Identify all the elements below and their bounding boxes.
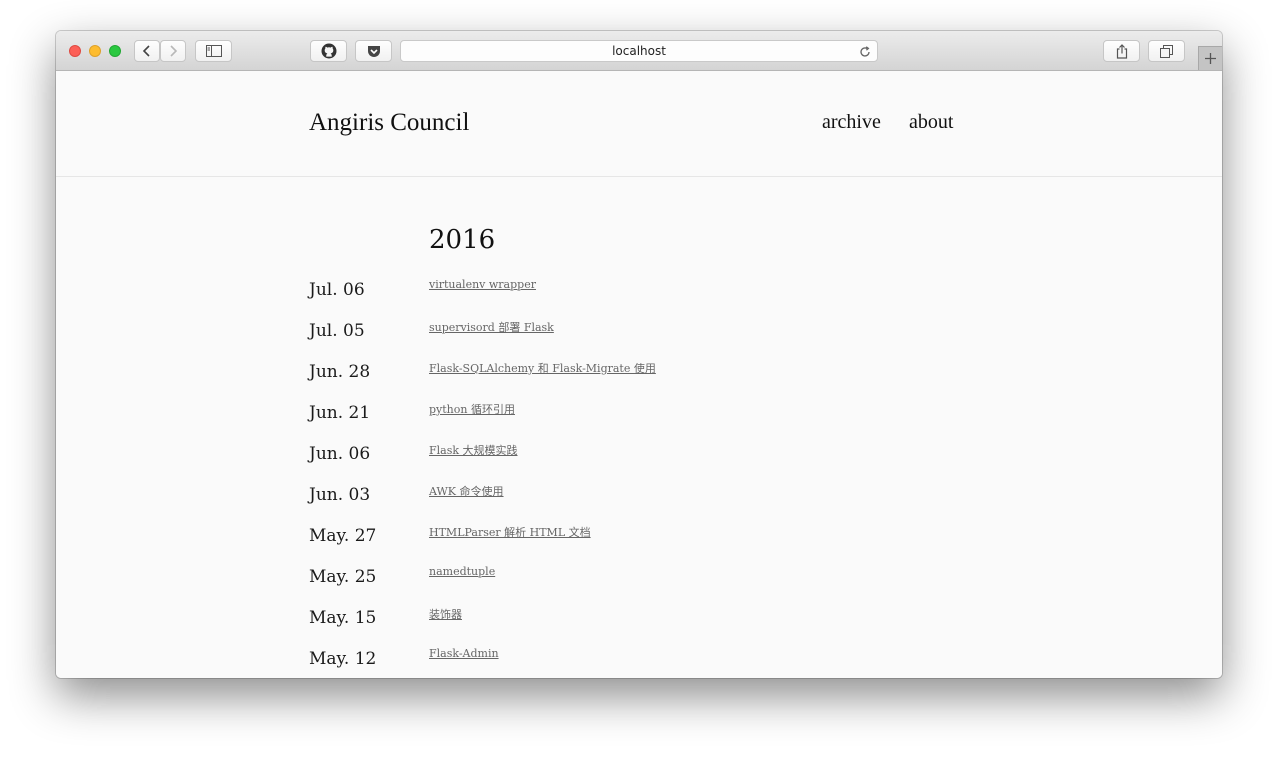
post-item: May. 25 namedtuple <box>309 565 1009 597</box>
post-date: Jul. 06 <box>309 280 365 300</box>
reload-icon[interactable] <box>859 45 871 63</box>
post-item: Jun. 28 Flask-SQLAlchemy 和 Flask-Migrate… <box>309 362 1009 392</box>
post-item: Jun. 21 python 循环引用 <box>309 403 1009 433</box>
post-date: Jun. 21 <box>309 403 371 423</box>
post-title-link[interactable]: AWK 命令使用 <box>429 483 504 499</box>
post-item: Jul. 06 virtualenv wrapper <box>309 278 1009 310</box>
post-item: May. 27 HTMLParser 解析 HTML 文档 <box>309 526 1009 556</box>
post-title-link[interactable]: Flask-SQLAlchemy 和 Flask-Migrate 使用 <box>429 360 656 376</box>
url-text: localhost <box>612 44 666 58</box>
github-extension-button[interactable] <box>310 40 347 62</box>
post-title-link[interactable]: supervisord 部署 Flask <box>429 319 554 335</box>
post-date: Jun. 03 <box>309 485 371 505</box>
forward-button[interactable] <box>160 40 186 62</box>
address-bar[interactable]: localhost <box>400 40 878 62</box>
post-item: Jul. 05 supervisord 部署 Flask <box>309 321 1009 351</box>
share-icon <box>1116 43 1127 59</box>
post-title-link[interactable]: virtualenv wrapper <box>429 278 536 291</box>
post-list: Jul. 06 virtualenv wrapper Jul. 05 super… <box>309 71 1009 678</box>
post-title-link[interactable]: Flask 大规模实践 <box>429 442 518 458</box>
chevron-left-icon <box>142 45 150 57</box>
close-window-button[interactable] <box>69 45 81 57</box>
pocket-extension-button[interactable] <box>355 40 392 62</box>
post-title-link[interactable]: python 循环引用 <box>429 401 515 417</box>
sidebar-button[interactable] <box>195 40 232 62</box>
post-item: Jun. 06 Flask 大规模实践 <box>309 444 1009 474</box>
post-item: Jun. 03 AWK 命令使用 <box>309 485 1009 515</box>
post-title-link[interactable]: HTMLParser 解析 HTML 文档 <box>429 524 591 540</box>
browser-toolbar: localhost <box>56 31 1222 71</box>
post-item: May. 15 装饰器 <box>309 608 1009 638</box>
minimize-window-button[interactable] <box>89 45 101 57</box>
post-date: May. 27 <box>309 526 377 546</box>
tabs-overview-icon <box>1160 44 1173 58</box>
post-title-link[interactable]: Flask-Admin <box>429 647 499 660</box>
browser-window: localhost Angiris Council archive about … <box>56 31 1222 678</box>
post-date: May. 25 <box>309 567 377 587</box>
pocket-icon <box>367 45 380 57</box>
back-button[interactable] <box>134 40 160 62</box>
post-date: Jun. 28 <box>309 362 371 382</box>
plus-icon <box>1205 53 1216 64</box>
post-date: May. 15 <box>309 608 377 628</box>
page-content: Angiris Council archive about 2016 Jul. … <box>56 71 1222 678</box>
sidebar-icon <box>205 45 222 57</box>
zoom-window-button[interactable] <box>109 45 121 57</box>
post-title-link[interactable]: 装饰器 <box>429 606 462 622</box>
post-date: Jul. 05 <box>309 321 365 341</box>
new-tab-button[interactable] <box>1198 46 1222 70</box>
share-button[interactable] <box>1103 40 1140 62</box>
post-date: May. 12 <box>309 649 377 669</box>
github-icon <box>321 43 336 59</box>
post-date: Jun. 06 <box>309 444 371 464</box>
chevron-right-icon <box>170 45 178 57</box>
tabs-overview-button[interactable] <box>1148 40 1185 62</box>
post-title-link[interactable]: namedtuple <box>429 565 495 578</box>
post-item: May. 12 Flask-Admin <box>309 647 1009 678</box>
